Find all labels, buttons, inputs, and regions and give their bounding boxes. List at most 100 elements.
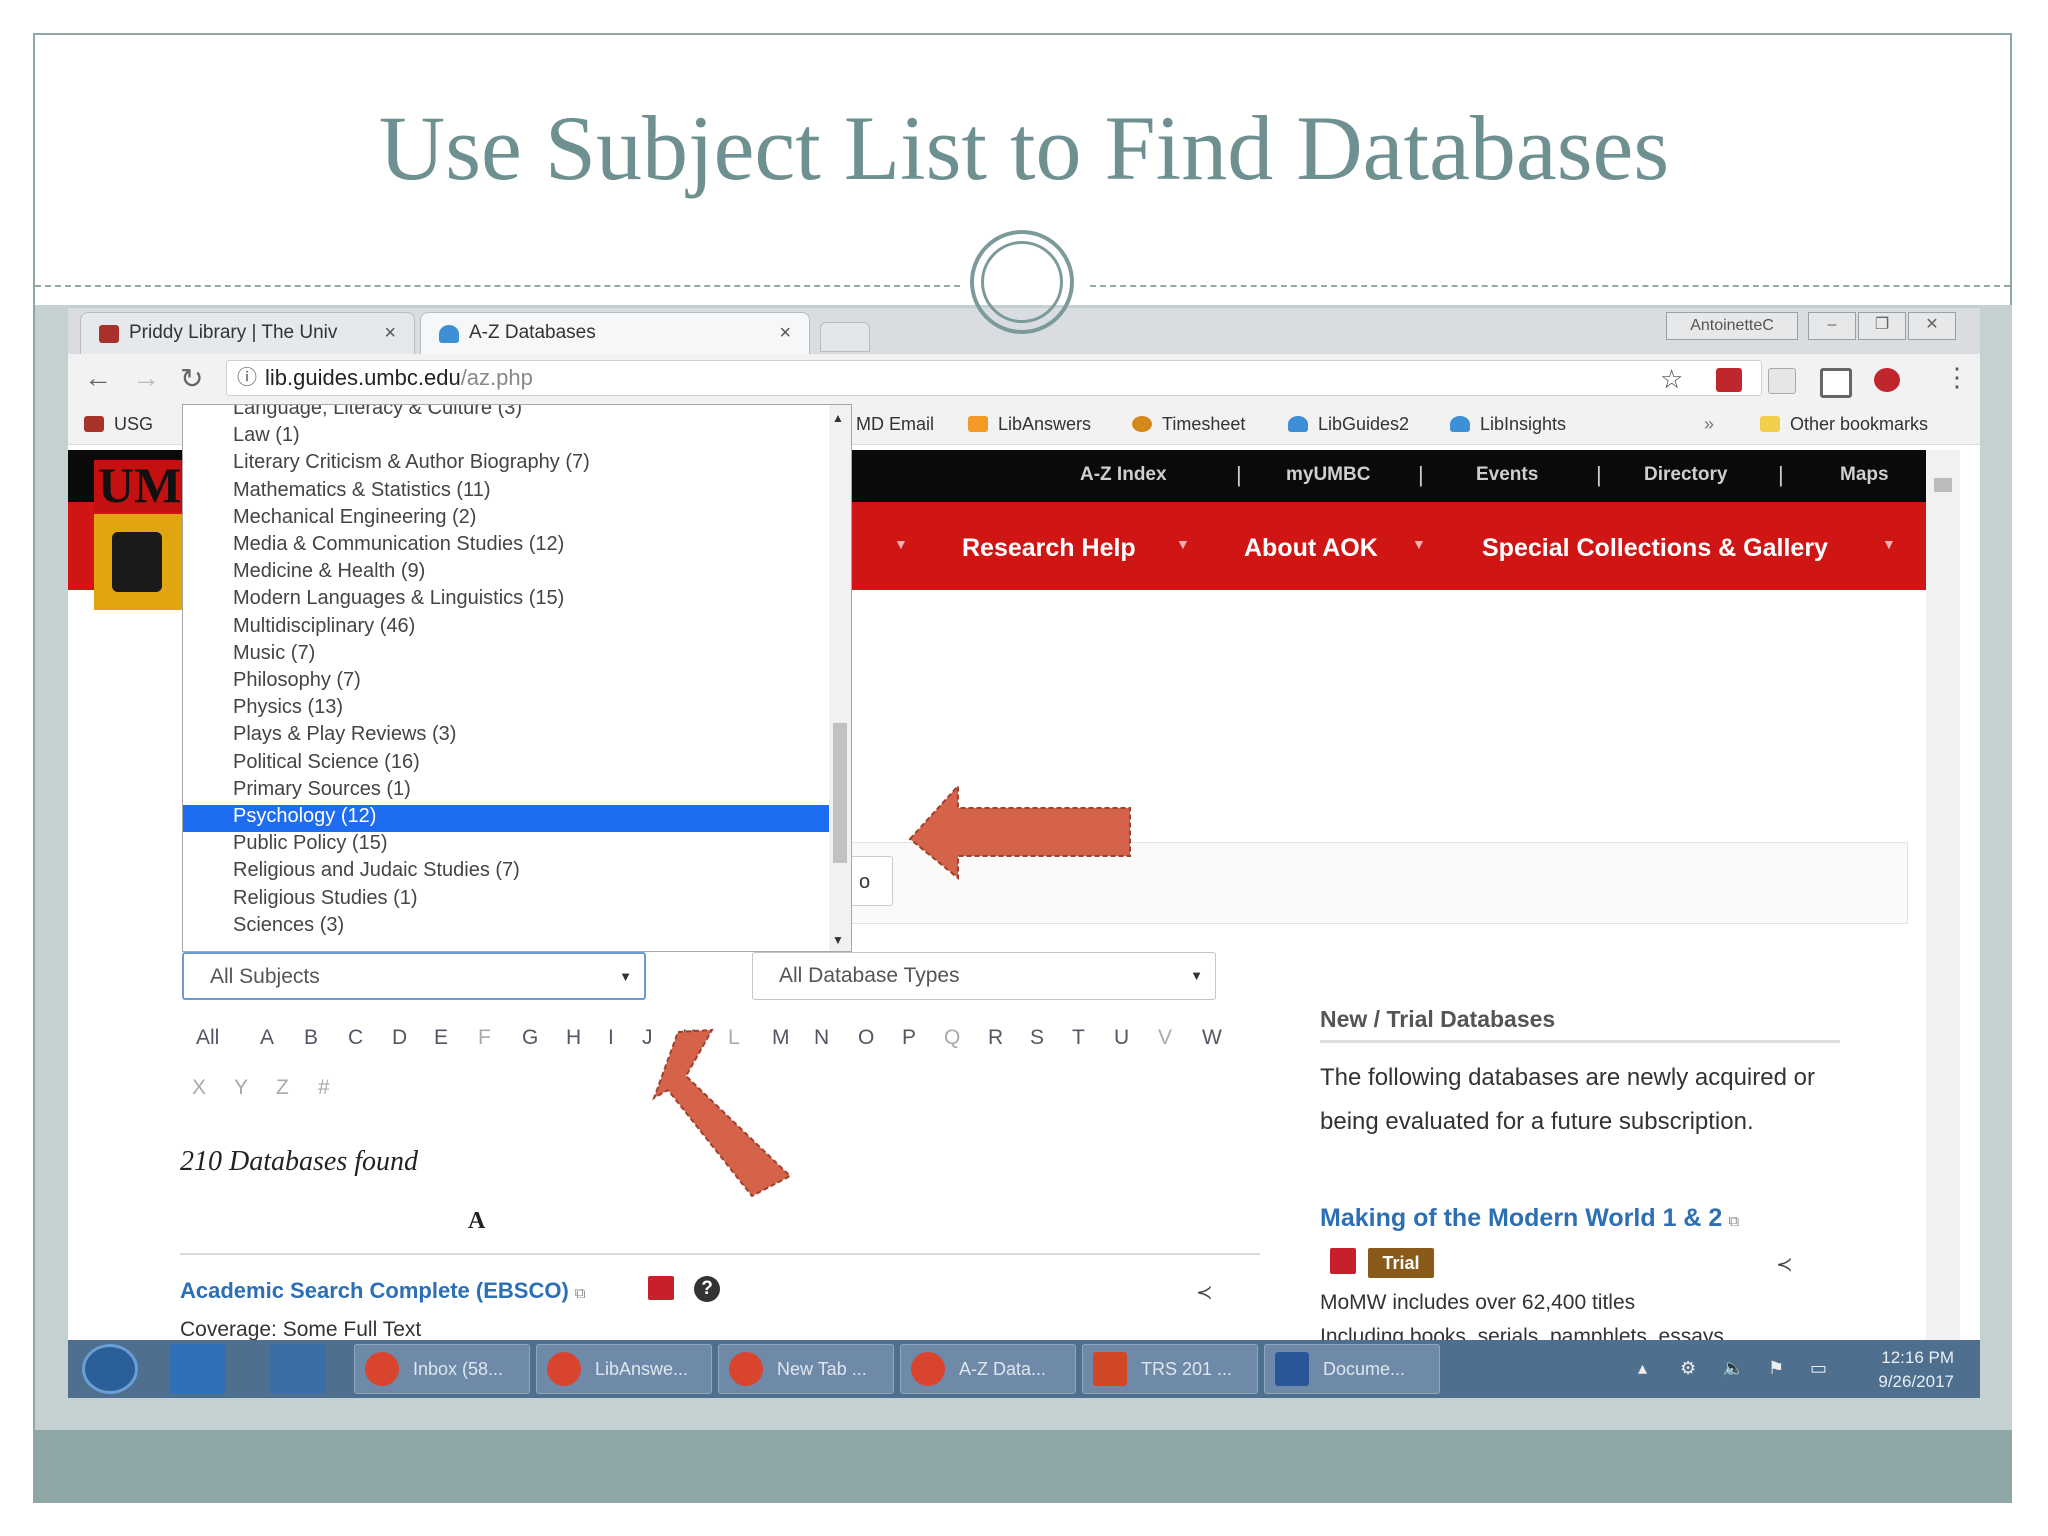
cast-extension-icon[interactable] [1820, 368, 1852, 398]
maximize-button[interactable]: ❐ [1858, 312, 1906, 340]
bookmark-other[interactable]: Other bookmarks [1760, 414, 1928, 435]
subject-option[interactable]: Physics (13) [233, 696, 343, 719]
close-icon[interactable]: × [779, 313, 791, 353]
bookmarks-overflow[interactable]: » [1704, 414, 1714, 435]
alphabet-letter[interactable]: Y [234, 1076, 248, 1100]
subject-option[interactable]: Media & Communication Studies (12) [233, 533, 564, 556]
alphabet-letter[interactable]: M [772, 1026, 790, 1050]
subject-option[interactable]: Literary Criticism & Author Biography (7… [233, 451, 590, 474]
page-scrollbar[interactable] [1926, 450, 1960, 1340]
share-icon[interactable]: ≺ [1776, 1252, 1793, 1277]
alphabet-letter[interactable]: F [478, 1026, 491, 1050]
tab-az-databases[interactable]: A-Z Databases × [420, 312, 810, 354]
alphabet-letter[interactable]: # [318, 1076, 330, 1100]
taskbar-app[interactable]: LibAnswe... [536, 1344, 712, 1394]
alphabet-letter[interactable]: N [814, 1026, 829, 1050]
bookmark-timesheet[interactable]: Timesheet [1132, 414, 1245, 435]
subject-option[interactable]: Political Science (16) [233, 751, 420, 774]
momw-link[interactable]: Making of the Modern World 1 & 2 ⧉ [1320, 1204, 1739, 1233]
alphabet-letter[interactable]: W [1202, 1026, 1222, 1050]
network-icon[interactable]: ⚙ [1680, 1358, 1696, 1379]
alphabet-letter[interactable]: Z [276, 1076, 289, 1100]
taskbar-app[interactable]: TRS 201 ... [1082, 1344, 1258, 1394]
alphabet-letter[interactable]: X [192, 1076, 206, 1100]
subject-option[interactable]: Modern Languages & Linguistics (15) [233, 587, 564, 610]
bookmark-usg[interactable]: USG [84, 414, 153, 435]
go-button[interactable]: o [848, 856, 893, 906]
page-extension-icon[interactable] [1768, 368, 1796, 394]
alphabet-letter[interactable]: R [988, 1026, 1003, 1050]
nav-maps[interactable]: Maps [1840, 464, 1889, 486]
alphabet-letter[interactable]: A [260, 1026, 274, 1050]
taskbar-app[interactable]: A-Z Data... [900, 1344, 1076, 1394]
alphabet-letter[interactable]: E [434, 1026, 448, 1050]
bookmark-star-icon[interactable]: ☆ [1660, 364, 1683, 395]
alphabet-letter[interactable]: U [1114, 1026, 1129, 1050]
tab-priddy-library[interactable]: Priddy Library | The Univ × [80, 312, 415, 354]
help-icon[interactable]: ? [694, 1276, 720, 1302]
tray-arrow-icon[interactable]: ▴ [1638, 1358, 1647, 1379]
bookmark-md-email[interactable]: MD Email [856, 414, 934, 435]
alphabet-letter[interactable]: S [1030, 1026, 1044, 1050]
bookmark-libanswers[interactable]: LibAnswers [968, 414, 1091, 435]
alphabet-letter[interactable]: O [858, 1026, 874, 1050]
subject-option[interactable]: Multidisciplinary (46) [233, 615, 415, 638]
volume-icon[interactable]: 🔈 [1722, 1358, 1744, 1379]
subject-option[interactable]: Plays & Play Reviews (3) [233, 723, 456, 746]
subject-option[interactable]: Psychology (12) [183, 805, 829, 832]
display-icon[interactable]: ▭ [1810, 1358, 1827, 1379]
bookmark-libinsights[interactable]: LibInsights [1450, 414, 1566, 435]
subject-option[interactable]: Mechanical Engineering (2) [233, 506, 476, 529]
profile-button[interactable]: AntoinetteC [1666, 312, 1798, 340]
subject-option[interactable]: Religious Studies (1) [233, 887, 418, 910]
nav-events[interactable]: Events [1476, 464, 1538, 486]
system-clock[interactable]: 12:16 PM 9/26/2017 [1878, 1346, 1954, 1394]
alphabet-letter[interactable]: H [566, 1026, 581, 1050]
dropdown-scroll-thumb[interactable] [833, 723, 847, 863]
share-icon[interactable]: ≺ [1196, 1280, 1213, 1305]
taskbar-app[interactable]: New Tab ... [718, 1344, 894, 1394]
subject-option[interactable]: Music (7) [233, 642, 315, 665]
nav-special-collections[interactable]: Special Collections & Gallery [1482, 534, 1828, 563]
subject-option[interactable]: Language, Literacy & Culture (3) [233, 405, 522, 420]
alphabet-letter[interactable]: G [522, 1026, 538, 1050]
nav-about-aok[interactable]: About AOK [1244, 534, 1378, 563]
alphabet-letter[interactable]: I [608, 1026, 614, 1050]
alphabet-letter[interactable]: L [728, 1026, 740, 1050]
library-logo[interactable] [94, 514, 189, 610]
umbc-logo[interactable]: UM [94, 457, 189, 513]
subject-option[interactable]: Religious and Judaic Studies (7) [233, 859, 520, 882]
database-type-select[interactable]: All Database Types ▼ [752, 952, 1216, 1000]
taskbar-app[interactable]: Inbox (58... [354, 1344, 530, 1394]
nav-az-index[interactable]: A-Z Index [1080, 464, 1167, 486]
flag-icon[interactable]: ⚑ [1768, 1358, 1784, 1379]
subject-option[interactable]: Public Policy (15) [233, 832, 388, 855]
alphabet-letter[interactable]: T [1072, 1026, 1085, 1050]
alphabet-letter[interactable]: J [642, 1026, 653, 1050]
subject-option[interactable]: Primary Sources (1) [233, 778, 411, 801]
alphabet-letter[interactable]: V [1158, 1026, 1172, 1050]
new-tab-button[interactable] [820, 322, 870, 352]
bookmark-libguides2[interactable]: LibGuides2 [1288, 414, 1409, 435]
extension-icon[interactable] [1874, 368, 1900, 392]
scroll-up-icon[interactable]: ▲ [832, 411, 844, 425]
alphabet-letter[interactable]: K [682, 1026, 696, 1050]
alphabet-letter[interactable]: P [902, 1026, 916, 1050]
database-link[interactable]: Academic Search Complete (EBSCO) ⧉ [180, 1278, 586, 1304]
alphabet-letter[interactable]: All [196, 1026, 219, 1050]
nav-research-help[interactable]: Research Help [962, 534, 1136, 563]
ie-icon[interactable] [170, 1344, 226, 1394]
reload-icon[interactable]: ↻ [180, 362, 203, 395]
transfer-icon[interactable] [270, 1344, 326, 1394]
minimize-button[interactable]: – [1808, 312, 1856, 340]
menu-icon[interactable]: ⋮ [1944, 362, 1970, 393]
nav-directory[interactable]: Directory [1644, 464, 1727, 486]
close-window-button[interactable]: ✕ [1908, 312, 1956, 340]
subject-option[interactable]: Philosophy (7) [233, 669, 361, 692]
close-icon[interactable]: × [384, 313, 396, 353]
subject-option[interactable]: Medicine & Health (9) [233, 560, 425, 583]
scroll-down-icon[interactable]: ▼ [832, 933, 844, 947]
subject-dropdown-list[interactable]: Language, Literacy & Culture (3) Law (1) L… [182, 404, 852, 952]
alphabet-letter[interactable]: C [348, 1026, 363, 1050]
alphabet-letter[interactable]: B [304, 1026, 318, 1050]
